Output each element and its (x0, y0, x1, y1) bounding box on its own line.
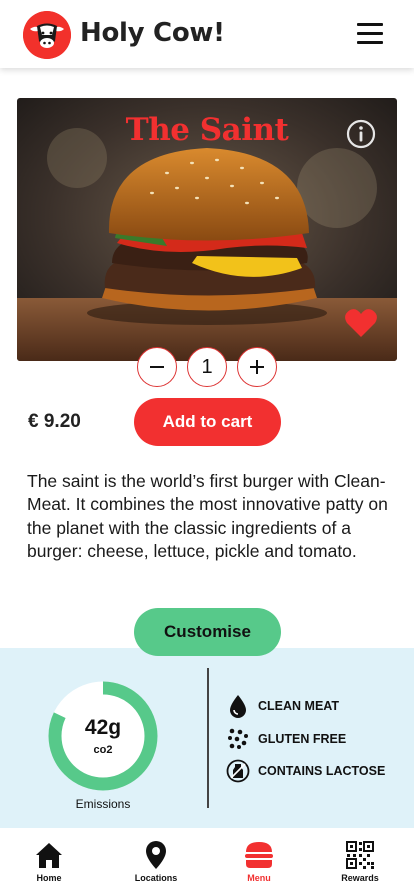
hamburger-menu-icon[interactable] (354, 20, 386, 48)
emissions-unit: co2 (93, 744, 113, 756)
dots-icon (228, 728, 248, 749)
nav-item-menu[interactable]: Menu (224, 840, 294, 888)
info-icon[interactable] (346, 119, 376, 149)
location-pin-icon (146, 841, 166, 869)
customise-button[interactable]: Customise (134, 608, 281, 656)
app-header: Holy Cow! (0, 0, 414, 68)
attribute-label: CONTAINS LACTOSE (258, 764, 386, 778)
increase-quantity-button[interactable] (237, 347, 277, 387)
bottom-navigation: Home Locations Menu Rewards (0, 828, 414, 896)
panel-divider (207, 668, 209, 808)
nav-label: Menu (247, 873, 271, 883)
attribute-label: GLUTEN FREE (258, 732, 347, 746)
nav-item-rewards[interactable]: Rewards (325, 840, 395, 888)
attribute-gluten-free: GLUTEN FREE (226, 727, 346, 751)
emissions-label: Emissions (75, 797, 131, 811)
attribute-clean-meat: CLEAN MEAT (226, 694, 339, 718)
nav-item-locations[interactable]: Locations (121, 840, 191, 888)
add-to-cart-button[interactable]: Add to cart (134, 398, 281, 446)
drop-icon (230, 695, 246, 718)
favorite-heart-icon[interactable] (344, 307, 378, 339)
nav-label: Rewards (341, 873, 379, 883)
nav-label: Locations (134, 873, 178, 883)
cow-head-icon[interactable] (23, 11, 71, 59)
nav-label: Home (36, 873, 62, 883)
attribute-contains-lactose: CONTAINS LACTOSE (226, 759, 385, 783)
home-icon (36, 843, 62, 868)
minus-icon (150, 366, 164, 368)
nav-item-home[interactable]: Home (14, 840, 84, 888)
emissions-value: 42g (84, 716, 122, 739)
plus-icon (250, 360, 264, 374)
product-price: € 9.20 (28, 411, 81, 432)
decrease-quantity-button[interactable] (137, 347, 177, 387)
attribute-label: CLEAN MEAT (258, 699, 340, 713)
qr-code-icon (346, 841, 374, 869)
quantity-value: 1 (187, 347, 227, 387)
product-title: The Saint (125, 112, 289, 148)
product-info-panel: 42g co2 Emissions CLEAN MEAT GLUTEN FREE… (0, 648, 414, 828)
burger-icon (245, 842, 273, 868)
product-image: The Saint (17, 98, 397, 361)
no-milk-icon (226, 759, 250, 783)
product-description: The saint is the world’s first burger wi… (27, 471, 388, 561)
brand-name: Holy Cow! (80, 18, 225, 48)
